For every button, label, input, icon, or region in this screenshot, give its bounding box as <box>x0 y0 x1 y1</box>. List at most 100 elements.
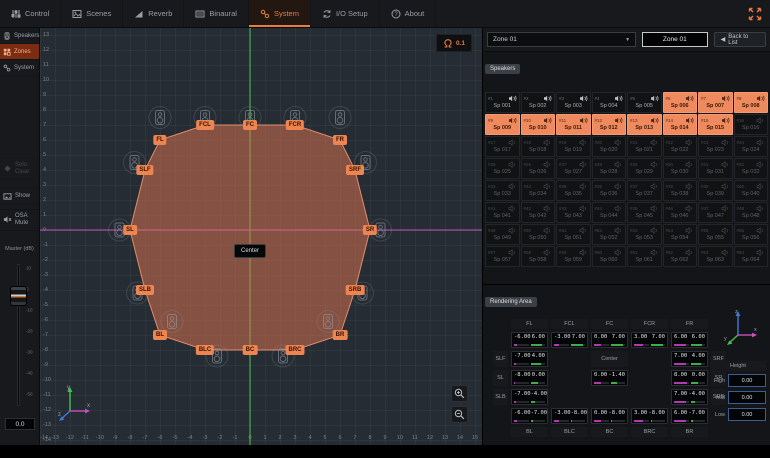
center-label[interactable]: Center <box>234 244 266 258</box>
speaker-mute-icon[interactable] <box>614 95 623 102</box>
speaker-cell[interactable]: #23Sp 023 <box>698 136 733 157</box>
vertex-label-fcr[interactable]: FCR <box>286 120 304 130</box>
vertex-label-sl[interactable]: SL <box>123 225 137 235</box>
vertex-label-bc[interactable]: BC <box>243 345 258 355</box>
speaker-mute-icon[interactable] <box>721 205 730 212</box>
vertex-label-brc[interactable]: BRC <box>286 345 305 355</box>
speaker-cell[interactable]: #34Sp 034 <box>521 180 556 201</box>
speaker-cell[interactable]: #19Sp 019 <box>556 136 591 157</box>
vertex-label-fl[interactable]: FL <box>153 135 166 145</box>
speaker-mute-icon[interactable] <box>614 139 623 146</box>
speaker-mute-icon[interactable] <box>650 161 659 168</box>
speaker-cell[interactable]: #57Sp 057 <box>485 246 520 267</box>
speaker-cell[interactable]: #40Sp 040 <box>734 180 769 201</box>
speaker-mute-icon[interactable] <box>721 117 730 124</box>
speaker-icon[interactable] <box>149 107 171 129</box>
tab-binaural[interactable]: Binaural <box>184 0 249 27</box>
sidebar-item-system[interactable]: System <box>0 60 39 76</box>
speaker-cell[interactable]: #8Sp 008 <box>734 92 769 113</box>
sidebar-item-zones[interactable]: Zones <box>0 44 39 60</box>
rendering-xy-field-br[interactable]: 6.00-7.00 <box>671 408 708 424</box>
speaker-mute-icon[interactable] <box>614 117 623 124</box>
speaker-cell[interactable]: #36Sp 036 <box>592 180 627 201</box>
speaker-mute-icon[interactable] <box>756 95 765 102</box>
speaker-cell[interactable]: #58Sp 058 <box>521 246 556 267</box>
speaker-mute-icon[interactable] <box>508 183 517 190</box>
speaker-cell[interactable]: #24Sp 024 <box>734 136 769 157</box>
speaker-cell[interactable]: #52Sp 052 <box>592 224 627 245</box>
speaker-mute-icon[interactable] <box>721 183 730 190</box>
speaker-cell[interactable]: #32Sp 032 <box>734 158 769 179</box>
speaker-cell[interactable]: #35Sp 035 <box>556 180 591 201</box>
speaker-mute-icon[interactable] <box>721 249 730 256</box>
speaker-mute-icon[interactable] <box>508 227 517 234</box>
speaker-cell[interactable]: #56Sp 056 <box>734 224 769 245</box>
speaker-cell[interactable]: #26Sp 026 <box>521 158 556 179</box>
speaker-cell[interactable]: #12Sp 012 <box>592 114 627 135</box>
speaker-mute-icon[interactable] <box>579 183 588 190</box>
speaker-mute-icon[interactable] <box>614 161 623 168</box>
speaker-cell[interactable]: #6Sp 006 <box>663 92 698 113</box>
speaker-mute-icon[interactable] <box>756 139 765 146</box>
rendering-xy-field-brc[interactable]: 3.00-8.00 <box>631 408 668 424</box>
speaker-cell[interactable]: #18Sp 018 <box>521 136 556 157</box>
speaker-mute-icon[interactable] <box>543 227 552 234</box>
speaker-mute-icon[interactable] <box>614 249 623 256</box>
rendering-xy-field-fcr[interactable]: 3.007.00 <box>631 332 668 348</box>
rendering-xy-field-slb[interactable]: -7.00-4.00 <box>511 389 548 405</box>
vertex-label-sr[interactable]: SR <box>363 225 377 235</box>
tab-scenes[interactable]: Scenes <box>61 0 123 27</box>
height-value-field[interactable]: 0.00 <box>728 374 766 387</box>
speaker-mute-icon[interactable] <box>579 205 588 212</box>
sidebar-item-speakers[interactable]: Speakers <box>0 28 39 44</box>
speaker-mute-icon[interactable] <box>650 183 659 190</box>
vertex-label-fr[interactable]: FR <box>333 135 347 145</box>
rendering-xy-field-blc[interactable]: -3.00-8.00 <box>551 408 588 424</box>
rendering-xy-field-fr[interactable]: 6.006.00 <box>671 332 708 348</box>
speaker-cell[interactable]: #22Sp 022 <box>663 136 698 157</box>
speaker-mute-icon[interactable] <box>685 161 694 168</box>
speaker-cell[interactable]: #31Sp 031 <box>698 158 733 179</box>
speaker-cell[interactable]: #16Sp 016 <box>734 114 769 135</box>
rendering-xy-field-fl[interactable]: -6.006.00 <box>511 332 548 348</box>
speaker-mute-icon[interactable] <box>650 205 659 212</box>
speaker-mute-icon[interactable] <box>721 161 730 168</box>
speaker-mute-icon[interactable] <box>685 205 694 212</box>
rendering-xy-field-sr[interactable]: 8.000.00 <box>671 370 708 386</box>
tab-reverb[interactable]: Reverb <box>123 0 184 27</box>
speaker-cell[interactable]: #38Sp 038 <box>663 180 698 201</box>
speaker-cell[interactable]: #10Sp 010 <box>521 114 556 135</box>
speaker-cell[interactable]: #63Sp 063 <box>698 246 733 267</box>
speaker-cell[interactable]: #39Sp 039 <box>698 180 733 201</box>
vertex-label-fc[interactable]: FC <box>243 120 257 130</box>
speaker-cell[interactable]: #47Sp 047 <box>698 202 733 223</box>
speaker-cell[interactable]: #55Sp 055 <box>698 224 733 245</box>
zone-canvas[interactable]: FLFCLFCFCRFRSRFSRSRBBRBRCBCBLCBLSLBSLSLF… <box>40 28 482 445</box>
speaker-mute-icon[interactable] <box>579 249 588 256</box>
rendering-xy-field-bl[interactable]: -6.00-7.00 <box>511 408 548 424</box>
rendering-xy-field-center[interactable]: 0.00-1.40 <box>591 370 628 386</box>
speaker-cell[interactable]: #51Sp 051 <box>556 224 591 245</box>
speaker-mute-icon[interactable] <box>650 117 659 124</box>
speaker-mute-icon[interactable] <box>614 205 623 212</box>
speaker-mute-icon[interactable] <box>508 117 517 124</box>
zone-name-input[interactable]: Zone 01 <box>642 32 708 47</box>
speaker-mute-icon[interactable] <box>685 249 694 256</box>
speaker-cell[interactable]: #28Sp 028 <box>592 158 627 179</box>
speaker-mute-icon[interactable] <box>614 183 623 190</box>
speaker-cell[interactable]: #27Sp 027 <box>556 158 591 179</box>
tab-control[interactable]: Control <box>0 0 61 27</box>
speaker-cell[interactable]: #30Sp 030 <box>663 158 698 179</box>
speaker-mute-icon[interactable] <box>543 117 552 124</box>
speaker-mute-icon[interactable] <box>756 161 765 168</box>
rendering-xy-field-fcl[interactable]: -3.007.00 <box>551 332 588 348</box>
speaker-cell[interactable]: #1Sp 001 <box>485 92 520 113</box>
speaker-mute-icon[interactable] <box>543 249 552 256</box>
rendering-xy-field-fc[interactable]: 0.007.00 <box>591 332 628 348</box>
speaker-mute-icon[interactable] <box>508 161 517 168</box>
speaker-mute-icon[interactable] <box>579 161 588 168</box>
vertex-label-br[interactable]: BR <box>333 330 348 340</box>
speaker-mute-icon[interactable] <box>543 161 552 168</box>
speaker-cell[interactable]: #25Sp 025 <box>485 158 520 179</box>
speaker-cell[interactable]: #61Sp 061 <box>627 246 662 267</box>
